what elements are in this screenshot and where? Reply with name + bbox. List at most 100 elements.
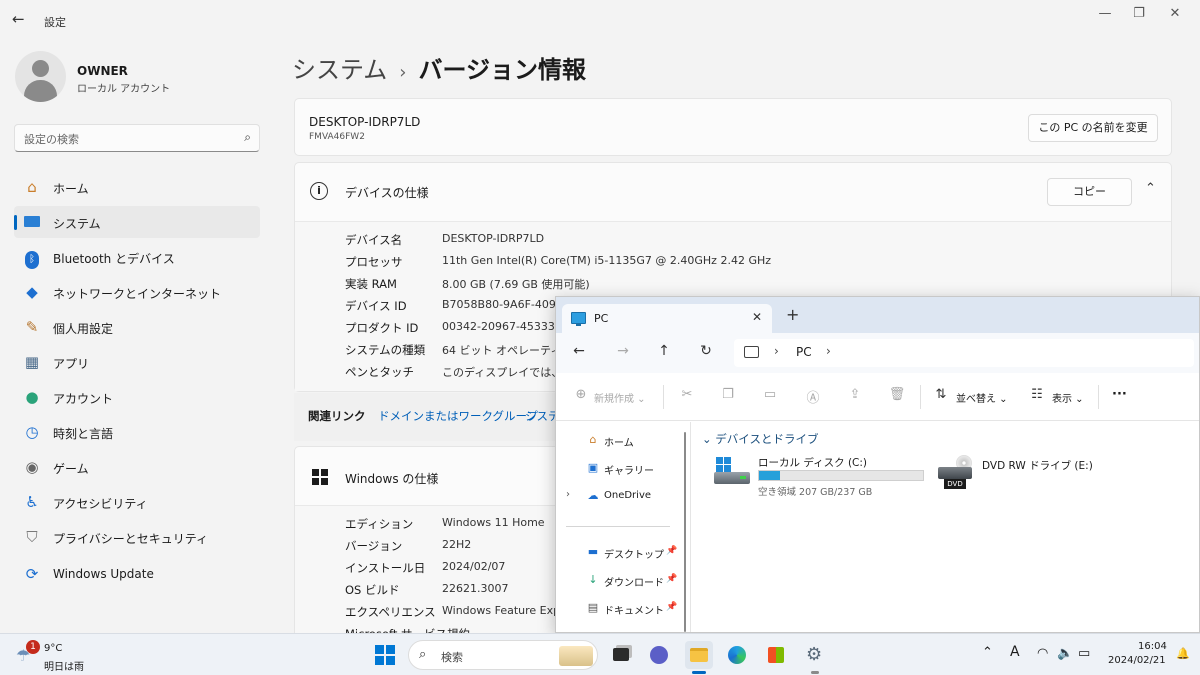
new-button[interactable]: 新規作成 ⌄ bbox=[594, 390, 646, 405]
taskbar-search[interactable]: ⌕ 検索 bbox=[408, 640, 598, 670]
windows-logo-icon bbox=[716, 457, 732, 473]
close-tab-icon[interactable]: ✕ bbox=[752, 310, 762, 324]
edge-icon[interactable] bbox=[723, 641, 751, 669]
rename-pc-button[interactable]: この PC の名前を変更 bbox=[1028, 114, 1158, 142]
sidebar-item-label: ネットワークとインターネット bbox=[53, 287, 222, 301]
sidebar-item-accessibility[interactable]: ♿ アクセシビリティ bbox=[14, 486, 260, 518]
drive-usage-fill bbox=[759, 471, 780, 480]
drive-e[interactable]: DVD DVD RW ドライブ (E:) bbox=[936, 455, 1116, 505]
bluetooth-icon: ᛒ bbox=[22, 247, 42, 269]
settings-search-input[interactable]: 設定の検索 ⌕ bbox=[14, 124, 260, 152]
divider bbox=[1098, 385, 1099, 409]
chevron-right-icon[interactable]: › bbox=[826, 344, 831, 358]
time-language-icon: ◷ bbox=[25, 423, 39, 441]
new-tab-button[interactable]: + bbox=[786, 305, 799, 324]
pin-icon[interactable]: 📌 bbox=[666, 602, 677, 612]
nav-pane-item-documents[interactable]: ▤ ドキュメント 📌 bbox=[556, 598, 686, 620]
forward-arrow-icon[interactable]: → bbox=[613, 343, 633, 363]
close-button[interactable]: ✕ bbox=[1160, 6, 1190, 24]
copy-icon[interactable]: ❐ bbox=[719, 387, 737, 405]
ime-indicator[interactable]: A bbox=[1010, 644, 1020, 660]
view-label: 表示 bbox=[1052, 394, 1072, 405]
document-icon: ▤ bbox=[587, 601, 599, 614]
sidebar-item-accounts[interactable]: ● アカウント bbox=[14, 381, 260, 413]
weather-desc: 明日は雨 bbox=[44, 662, 84, 673]
chevron-up-icon[interactable]: ⌃ bbox=[1145, 181, 1156, 196]
drive-body bbox=[938, 467, 972, 479]
settings-gear-icon[interactable]: ⚙ bbox=[801, 641, 829, 674]
spec-label: デバイス ID bbox=[345, 299, 407, 313]
drive-name: DVD RW ドライブ (E:) bbox=[982, 460, 1093, 472]
sidebar-item-privacy[interactable]: ⛉ プライバシーとセキュリティ bbox=[14, 521, 260, 553]
sidebar-item-time-language[interactable]: ◷ 時刻と言語 bbox=[14, 416, 260, 448]
minimize-button[interactable]: — bbox=[1090, 6, 1120, 24]
drive-free-space: 空き領域 207 GB/237 GB bbox=[758, 487, 873, 498]
pc-icon bbox=[744, 346, 759, 358]
nav-pane-item-downloads[interactable]: ↓ ダウンロード 📌 bbox=[556, 570, 686, 592]
pin-icon[interactable]: 📌 bbox=[666, 546, 677, 556]
address-bar[interactable]: › PC › bbox=[734, 339, 1194, 367]
scrollbar[interactable] bbox=[684, 432, 686, 632]
address-segment[interactable]: PC bbox=[796, 345, 812, 359]
breadcrumb-parent[interactable]: システム bbox=[292, 56, 387, 84]
command-bar: ⊕ 新規作成 ⌄ ✂ ❐ ▭ Ⓐ ⇪ 🗑 ⇅ 並べ替え ⌄ ☷ 表示 ⌄ ··· bbox=[556, 373, 1199, 421]
nav-pane-item-gallery[interactable]: ▣ ギャラリー bbox=[556, 458, 686, 480]
sidebar-item-network[interactable]: ◆ ネットワークとインターネット bbox=[14, 276, 260, 308]
sidebar-item-gaming[interactable]: ◉ ゲーム bbox=[14, 451, 260, 483]
device-name: DESKTOP-IDRP7LD bbox=[309, 115, 421, 129]
tab-pc[interactable]: PC ✕ bbox=[562, 304, 772, 333]
group-header[interactable]: ⌄ デバイスとドライブ bbox=[702, 431, 818, 447]
clock-date[interactable]: 2024/02/21 bbox=[1108, 655, 1166, 666]
maximize-button[interactable]: ❐ bbox=[1124, 6, 1154, 24]
wifi-icon[interactable]: ◠ bbox=[1037, 646, 1048, 661]
sidebar-item-apps[interactable]: ▦ アプリ bbox=[14, 346, 260, 378]
task-view-icon[interactable] bbox=[607, 641, 635, 669]
nav-pane-item-onedrive[interactable]: › ☁ OneDrive bbox=[556, 486, 686, 508]
dvd-drive-icon: DVD bbox=[936, 455, 974, 495]
sidebar-item-home[interactable]: ⌂ ホーム bbox=[14, 171, 260, 203]
sidebar-item-windows-update[interactable]: ⟳ Windows Update bbox=[14, 558, 260, 590]
sidebar-item-label: 時刻と言語 bbox=[53, 427, 114, 441]
back-arrow-icon[interactable]: ← bbox=[569, 343, 589, 363]
up-arrow-icon[interactable]: ↑ bbox=[654, 343, 674, 363]
share-icon[interactable]: ⇪ bbox=[846, 387, 864, 405]
domain-workgroup-link[interactable]: ドメインまたはワークグループ bbox=[378, 408, 538, 424]
clock-time[interactable]: 16:04 bbox=[1138, 641, 1167, 652]
device-specs-header[interactable]: i デバイスの仕様 コピー ⌃ bbox=[295, 163, 1171, 221]
nav-pane-item-desktop[interactable]: ▬ デスクトップ 📌 bbox=[556, 542, 686, 564]
refresh-icon[interactable]: ↻ bbox=[696, 343, 716, 363]
taskbar: ☂ 1 9°C 明日は雨 ⌕ 検索 ⚙ ⌃ A ◠ 🔈 ▭ 16:04 2024… bbox=[0, 633, 1200, 675]
notification-bell-icon[interactable]: 🔔 bbox=[1176, 647, 1190, 660]
sidebar-item-personalization[interactable]: ✎ 個人用設定 bbox=[14, 311, 260, 343]
chevron-right-icon[interactable]: › bbox=[566, 489, 570, 500]
weather-widget[interactable]: ☂ 1 9°C 明日は雨 bbox=[12, 640, 112, 673]
view-button[interactable]: 表示 ⌄ bbox=[1052, 390, 1084, 405]
start-button[interactable] bbox=[375, 645, 395, 665]
search-icon: ⌕ bbox=[419, 647, 427, 662]
more-options-button[interactable]: ··· bbox=[1112, 387, 1127, 402]
delete-icon[interactable]: 🗑 bbox=[888, 387, 906, 405]
new-label: 新規作成 bbox=[594, 394, 634, 405]
sidebar-item-bluetooth[interactable]: ᛒ Bluetooth とデバイス bbox=[14, 241, 260, 273]
pin-icon[interactable]: 📌 bbox=[666, 574, 677, 584]
file-explorer-icon[interactable] bbox=[685, 641, 713, 674]
rename-icon[interactable]: Ⓐ bbox=[804, 387, 822, 406]
avatar[interactable] bbox=[15, 51, 66, 102]
paste-icon[interactable]: ▭ bbox=[761, 387, 779, 405]
store-icon[interactable] bbox=[762, 641, 790, 669]
chevron-right-icon[interactable]: › bbox=[774, 344, 779, 358]
volume-icon[interactable]: 🔈 bbox=[1057, 646, 1073, 661]
nav-pane-item-home[interactable]: ⌂ ホーム bbox=[556, 430, 686, 452]
divider bbox=[663, 385, 664, 409]
spec-label: プロセッサ bbox=[345, 255, 403, 269]
sidebar-item-label: ホーム bbox=[53, 182, 89, 196]
cut-icon[interactable]: ✂ bbox=[678, 387, 696, 405]
sidebar-item-system[interactable]: システム bbox=[14, 206, 260, 238]
copy-button[interactable]: コピー bbox=[1047, 178, 1132, 206]
sort-button[interactable]: 並べ替え ⌄ bbox=[956, 390, 1008, 405]
back-arrow-icon[interactable]: ← bbox=[12, 10, 30, 28]
battery-icon[interactable]: ▭ bbox=[1078, 646, 1090, 661]
drive-c[interactable]: ローカル ディスク (C:) 空き領域 207 GB/237 GB bbox=[714, 453, 934, 503]
chevron-up-icon[interactable]: ⌃ bbox=[982, 645, 993, 660]
teams-chat-icon[interactable] bbox=[645, 641, 673, 669]
